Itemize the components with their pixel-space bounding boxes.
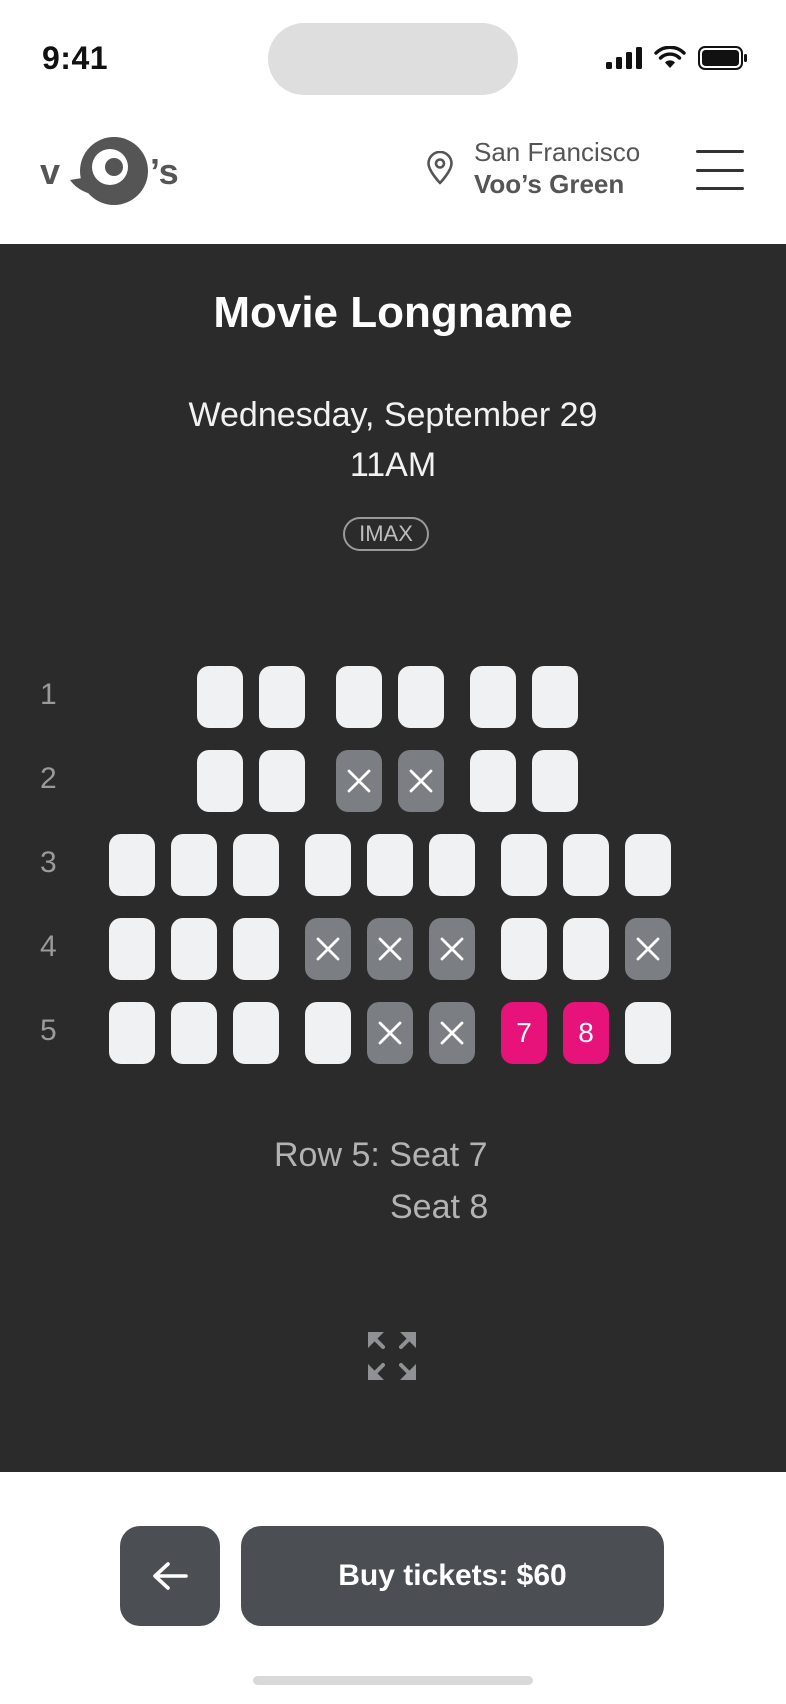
seat-available[interactable] <box>171 834 217 896</box>
seat-taken <box>429 918 475 980</box>
hamburger-menu-icon[interactable] <box>696 150 744 190</box>
seat-available[interactable] <box>233 834 279 896</box>
dynamic-island <box>268 23 518 95</box>
seat-available[interactable] <box>109 918 155 980</box>
seat-available[interactable] <box>470 666 516 728</box>
location-theater: Voo’s Green <box>474 169 625 199</box>
seat-available[interactable] <box>367 834 413 896</box>
seat-available[interactable] <box>305 834 351 896</box>
battery-icon <box>698 46 747 70</box>
seat-taken <box>398 750 444 812</box>
seat-taken <box>625 918 671 980</box>
seat-taken <box>336 750 382 812</box>
seat-taken <box>429 1002 475 1064</box>
seat-available[interactable] <box>625 1002 671 1064</box>
seat-available[interactable] <box>197 750 243 812</box>
status-icons <box>606 46 748 70</box>
seat-available[interactable] <box>532 750 578 812</box>
seat-available[interactable] <box>501 834 547 896</box>
selected-seats-line-2: Seat 8 <box>390 1188 489 1226</box>
seat-available[interactable] <box>563 834 609 896</box>
logo-text-right: ’s <box>150 151 179 192</box>
arrow-left-icon <box>153 1562 188 1590</box>
seat-available[interactable] <box>259 750 305 812</box>
showtime-time: 11AM <box>349 446 437 484</box>
cellular-signal-icon <box>606 47 642 69</box>
app-header: v ’s San Francisco Voo’s Green <box>0 120 786 244</box>
seat-available[interactable] <box>171 1002 217 1064</box>
seat-available[interactable] <box>197 666 243 728</box>
seat-available[interactable] <box>171 918 217 980</box>
location-city: San Francisco <box>474 137 641 167</box>
seat-taken <box>367 1002 413 1064</box>
seat-taken <box>305 918 351 980</box>
home-indicator <box>253 1676 533 1685</box>
showtime-date: Wednesday, September 29 <box>188 396 598 434</box>
expand-fullscreen-icon[interactable] <box>366 1330 418 1382</box>
status-time: 9:41 <box>42 40 109 76</box>
seat-available[interactable] <box>259 666 305 728</box>
seat-available[interactable] <box>109 834 155 896</box>
selected-seats-line-1: Row 5: Seat 7 <box>274 1136 488 1174</box>
seat-selected[interactable]: 7 <box>501 1002 547 1064</box>
seat-available[interactable] <box>305 1002 351 1064</box>
logo-text-left: v <box>40 151 60 192</box>
bottom-action-bar: Buy tickets: $60 <box>0 1472 786 1704</box>
seat-available[interactable] <box>336 666 382 728</box>
format-badge: IMAX <box>343 517 429 551</box>
seat-available[interactable] <box>625 834 671 896</box>
seat-available[interactable] <box>109 1002 155 1064</box>
seat-available[interactable] <box>470 750 516 812</box>
location-selector[interactable]: San Francisco Voo’s Green <box>426 136 640 200</box>
row-label: 3 <box>40 846 57 879</box>
row-label: 2 <box>40 762 57 795</box>
row-label: 5 <box>40 1014 57 1047</box>
status-bar: 9:41 <box>0 0 786 120</box>
row-label: 1 <box>40 678 57 711</box>
seat-available[interactable] <box>429 834 475 896</box>
seat-available[interactable] <box>563 918 609 980</box>
buy-tickets-button[interactable]: Buy tickets: $60 <box>241 1526 664 1626</box>
location-pin-icon <box>427 151 453 185</box>
seat-taken <box>367 918 413 980</box>
seat-selection-panel: Movie Longname Wednesday, September 29 1… <box>0 244 786 1472</box>
voos-logo[interactable]: v ’s <box>40 134 190 211</box>
seat-selected[interactable]: 8 <box>563 1002 609 1064</box>
wifi-icon <box>654 46 686 68</box>
row-label: 4 <box>40 930 57 963</box>
seat-available[interactable] <box>532 666 578 728</box>
seat-available[interactable] <box>233 918 279 980</box>
seat-available[interactable] <box>398 666 444 728</box>
seat-available[interactable] <box>501 918 547 980</box>
movie-title: Movie Longname <box>213 288 573 337</box>
seat-available[interactable] <box>233 1002 279 1064</box>
back-button[interactable] <box>120 1526 220 1626</box>
